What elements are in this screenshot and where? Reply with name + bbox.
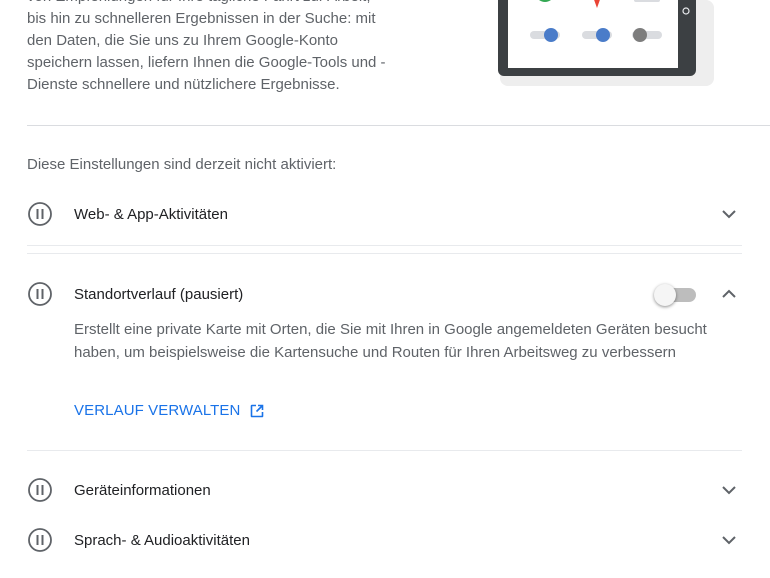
section-divider [27, 125, 770, 126]
setting-row-web-app[interactable]: Web- & App-Aktivitäten [27, 196, 742, 232]
setting-row-voice-audio[interactable]: Sprach- & Audioaktivitäten [27, 522, 742, 558]
setting-label: Geräteinformationen [74, 481, 211, 499]
tablet-illustration [498, 0, 714, 86]
chevron-down-icon[interactable] [714, 475, 744, 505]
manage-history-label: VERLAUF VERWALTEN [74, 402, 241, 419]
pause-circle-icon [27, 527, 53, 553]
setting-label: Standortverlauf (pausiert) [74, 285, 244, 303]
setting-label: Web- & App-Aktivitäten [74, 205, 228, 223]
row-divider [27, 450, 742, 451]
chevron-down-icon[interactable] [714, 199, 744, 229]
intro-line: den Daten, die Sie uns zu Ihrem Google-K… [27, 32, 339, 49]
chevron-down-icon[interactable] [714, 525, 744, 555]
intro-text: von Empfehlungen für Ihre tägliche Fahrt… [27, 0, 447, 96]
pause-circle-icon [27, 477, 53, 503]
toggle-thumb-off [633, 28, 647, 42]
intro-line: speichern lassen, liefern Ihnen die Goog… [27, 54, 386, 71]
intro-line: bis hin zu schnelleren Ergebnissen in de… [27, 10, 376, 27]
intro-line: Dienste schnellere und nützlichere Ergeb… [27, 76, 340, 93]
toggle-thumb [654, 284, 676, 306]
toggle-thumb-on [544, 28, 558, 42]
card-shape [634, 0, 660, 2]
intro-line: von Empfehlungen für Ihre tägliche Fahrt… [27, 0, 447, 8]
row-divider [27, 245, 742, 246]
pause-circle-icon [27, 201, 53, 227]
setting-row-location-history[interactable]: Standortverlauf (pausiert) [27, 276, 742, 312]
setting-label: Sprach- & Audioaktivitäten [74, 531, 250, 549]
status-note: Diese Einstellungen sind derzeit nicht a… [27, 156, 337, 173]
open-in-new-icon [250, 404, 264, 418]
row-divider [27, 253, 742, 254]
location-history-toggle[interactable] [652, 281, 698, 307]
setting-row-device-info[interactable]: Geräteinformationen [27, 472, 742, 508]
location-history-description: Erstellt eine private Karte mit Orten, d… [74, 321, 707, 361]
chevron-up-icon[interactable] [714, 279, 744, 309]
toggle-thumb-on [596, 28, 610, 42]
pause-circle-icon [27, 281, 53, 307]
manage-history-link[interactable]: VERLAUF VERWALTEN [74, 402, 264, 419]
